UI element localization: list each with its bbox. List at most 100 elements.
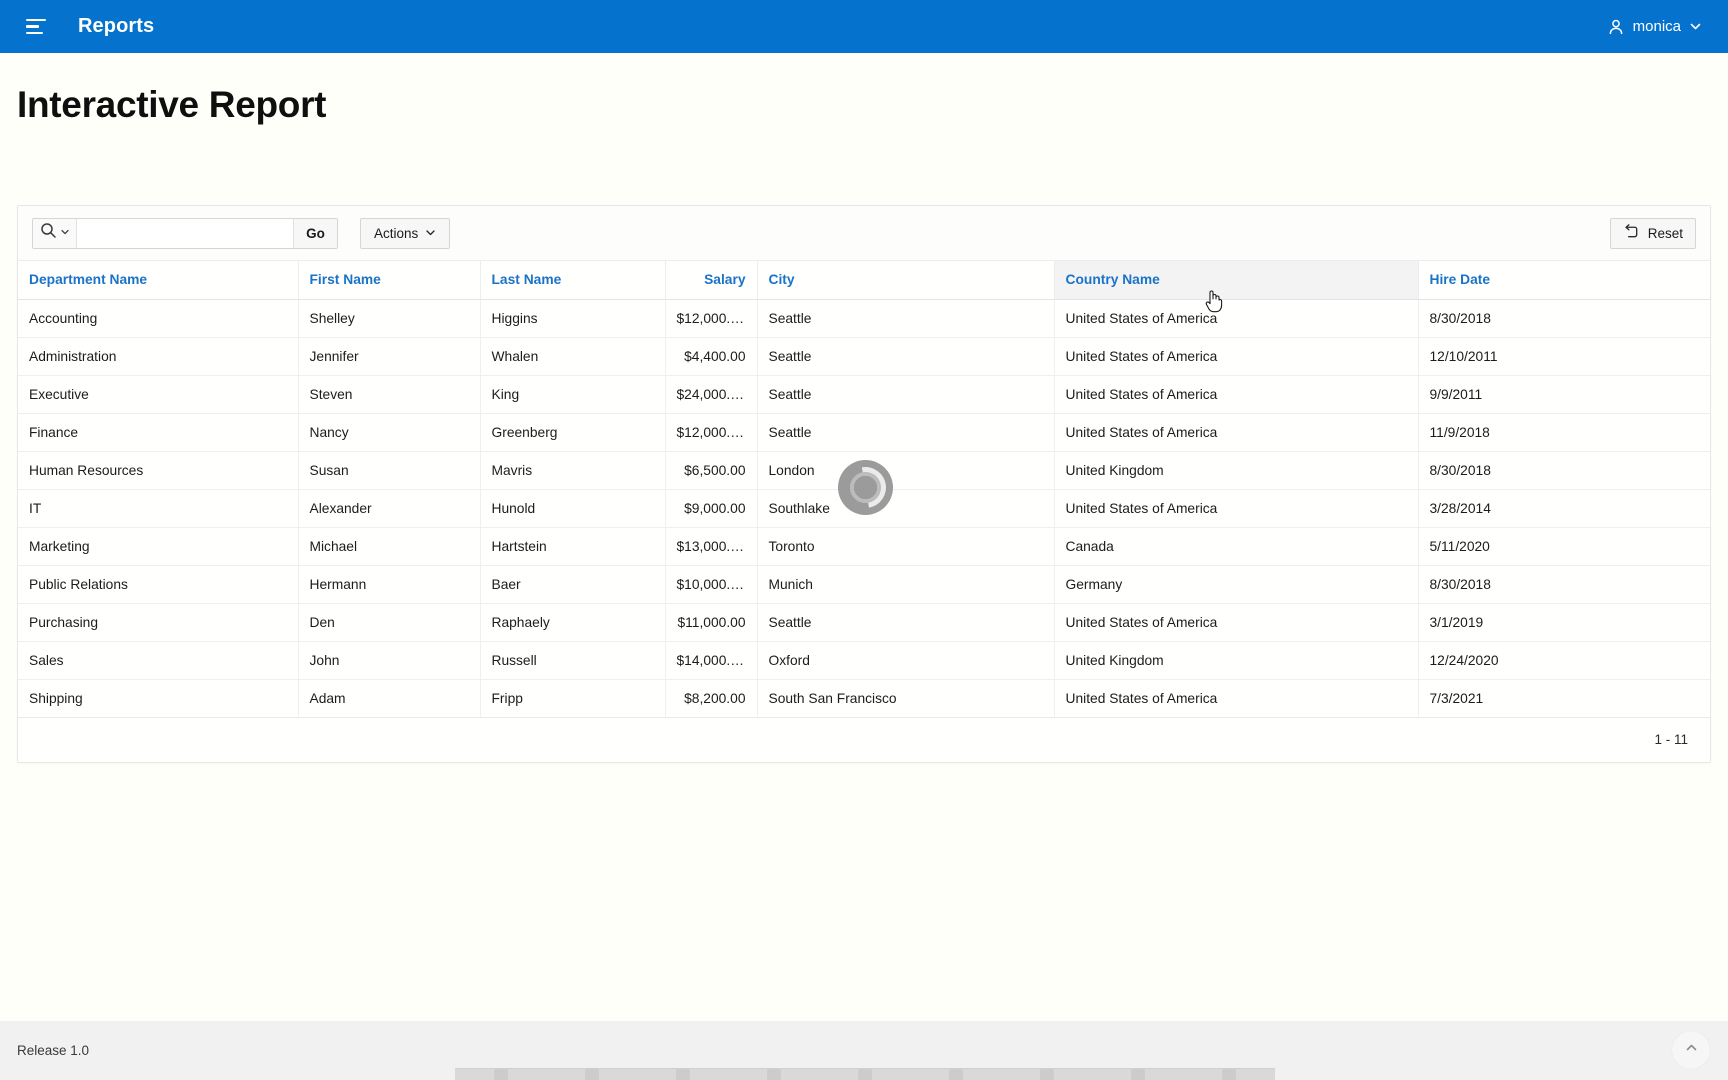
cell-hire-date: 11/9/2018 (1418, 413, 1710, 451)
cell-first-name: Shelley (298, 299, 480, 337)
cell-salary: $10,000.00 (665, 565, 757, 603)
table-row: AccountingShelleyHiggins$12,000.00Seattl… (18, 299, 1710, 337)
cell-salary: $8,200.00 (665, 679, 757, 717)
cell-department-name: Marketing (18, 527, 298, 565)
cell-last-name: Mavris (480, 451, 665, 489)
cell-last-name: Baer (480, 565, 665, 603)
table-row: ShippingAdamFripp$8,200.00South San Fran… (18, 679, 1710, 717)
cell-salary: $14,000.00 (665, 641, 757, 679)
taskbar-icon[interactable] (494, 1069, 508, 1080)
cell-city: Southlake (757, 489, 1054, 527)
column-header-first-name[interactable]: First Name (298, 261, 480, 299)
table-row: AdministrationJenniferWhalen$4,400.00Sea… (18, 337, 1710, 375)
cell-first-name: Den (298, 603, 480, 641)
reset-icon (1623, 223, 1640, 243)
pagination-label: 1 - 11 (1654, 732, 1688, 747)
cell-first-name: Jennifer (298, 337, 480, 375)
column-header-hire-date[interactable]: Hire Date (1418, 261, 1710, 299)
cell-first-name: Michael (298, 527, 480, 565)
cell-city: Seattle (757, 413, 1054, 451)
cell-city: Seattle (757, 337, 1054, 375)
taskbar-icon[interactable] (1040, 1069, 1054, 1080)
table-row: FinanceNancyGreenberg$12,000.00SeattleUn… (18, 413, 1710, 451)
cell-country-name: United States of America (1054, 679, 1418, 717)
report-pagination: 1 - 11 (18, 718, 1710, 762)
cell-department-name: Finance (18, 413, 298, 451)
cell-country-name: United States of America (1054, 603, 1418, 641)
cell-last-name: Fripp (480, 679, 665, 717)
user-menu[interactable]: monica (1607, 18, 1706, 36)
cell-department-name: Executive (18, 375, 298, 413)
cell-hire-date: 8/30/2018 (1418, 451, 1710, 489)
cell-first-name: Nancy (298, 413, 480, 451)
cell-country-name: Canada (1054, 527, 1418, 565)
cell-salary: $11,000.00 (665, 603, 757, 641)
taskbar-icon[interactable] (585, 1069, 599, 1080)
menu-icon[interactable] (22, 10, 56, 44)
cell-salary: $13,000.00 (665, 527, 757, 565)
cell-hire-date: 12/10/2011 (1418, 337, 1710, 375)
menu-icon-bar (26, 19, 46, 22)
cell-department-name: Accounting (18, 299, 298, 337)
table-row: SalesJohnRussell$14,000.00OxfordUnited K… (18, 641, 1710, 679)
cell-city: Seattle (757, 603, 1054, 641)
taskbar-icon[interactable] (1222, 1069, 1236, 1080)
go-button[interactable]: Go (293, 219, 337, 248)
search-input[interactable] (77, 219, 293, 248)
back-to-top-button[interactable] (1672, 1031, 1710, 1069)
column-header-salary[interactable]: Salary (665, 261, 757, 299)
cell-country-name: United Kingdom (1054, 451, 1418, 489)
taskbar-icon[interactable] (767, 1069, 781, 1080)
cell-last-name: Higgins (480, 299, 665, 337)
loading-spinner (838, 460, 893, 515)
cell-country-name: United States of America (1054, 337, 1418, 375)
taskbar-icon[interactable] (858, 1069, 872, 1080)
search-group: Go (32, 218, 338, 249)
cell-department-name: Human Resources (18, 451, 298, 489)
cell-department-name: Shipping (18, 679, 298, 717)
cell-last-name: Greenberg (480, 413, 665, 451)
cell-country-name: Germany (1054, 565, 1418, 603)
column-header-country-name[interactable]: Country Name (1054, 261, 1418, 299)
cell-first-name: Steven (298, 375, 480, 413)
cell-city: Oxford (757, 641, 1054, 679)
os-taskbar (455, 1068, 1275, 1080)
cell-first-name: Susan (298, 451, 480, 489)
reset-button-label: Reset (1648, 226, 1683, 241)
table-row: MarketingMichaelHartstein$13,000.00Toron… (18, 527, 1710, 565)
cell-salary: $4,400.00 (665, 337, 757, 375)
cell-department-name: IT (18, 489, 298, 527)
report-table-head: Department NameFirst NameLast NameSalary… (18, 261, 1710, 299)
cell-hire-date: 8/30/2018 (1418, 299, 1710, 337)
app-title: Reports (78, 15, 154, 38)
cell-department-name: Public Relations (18, 565, 298, 603)
cell-last-name: Raphaely (480, 603, 665, 641)
cell-hire-date: 12/24/2020 (1418, 641, 1710, 679)
cell-hire-date: 7/3/2021 (1418, 679, 1710, 717)
table-header-row: Department NameFirst NameLast NameSalary… (18, 261, 1710, 299)
cell-hire-date: 9/9/2011 (1418, 375, 1710, 413)
cell-salary: $12,000.00 (665, 299, 757, 337)
page-title: Interactive Report (0, 53, 1728, 127)
cell-city: South San Francisco (757, 679, 1054, 717)
cell-last-name: Hartstein (480, 527, 665, 565)
cell-hire-date: 5/11/2020 (1418, 527, 1710, 565)
cell-first-name: Hermann (298, 565, 480, 603)
table-row: ExecutiveStevenKing$24,000.00SeattleUnit… (18, 375, 1710, 413)
search-column-selector[interactable] (33, 219, 77, 248)
cell-hire-date: 3/28/2014 (1418, 489, 1710, 527)
column-header-department-name[interactable]: Department Name (18, 261, 298, 299)
reset-button[interactable]: Reset (1610, 218, 1696, 249)
taskbar-icon[interactable] (949, 1069, 963, 1080)
actions-button[interactable]: Actions (360, 218, 450, 249)
taskbar-icon[interactable] (1131, 1069, 1145, 1080)
table-row: Public RelationsHermannBaer$10,000.00Mun… (18, 565, 1710, 603)
cell-last-name: King (480, 375, 665, 413)
cell-last-name: Whalen (480, 337, 665, 375)
column-header-last-name[interactable]: Last Name (480, 261, 665, 299)
chevron-up-icon (1684, 1040, 1699, 1060)
taskbar-icon[interactable] (676, 1069, 690, 1080)
cell-country-name: United States of America (1054, 413, 1418, 451)
release-label: Release 1.0 (0, 1043, 89, 1058)
column-header-city[interactable]: City (757, 261, 1054, 299)
